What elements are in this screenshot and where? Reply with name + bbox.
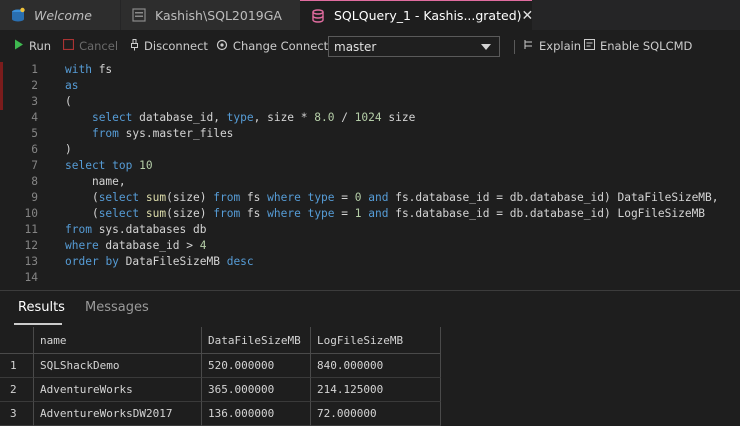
play-icon bbox=[14, 39, 24, 53]
table-cell[interactable]: AdventureWorksDW2017 bbox=[34, 402, 202, 426]
line-number: 6 bbox=[31, 143, 38, 156]
code-line: 2 as bbox=[0, 78, 740, 94]
column-header[interactable]: LogFileSizeMB bbox=[311, 327, 441, 354]
code-line: 10 (select sum(size) from fs where type … bbox=[0, 206, 740, 222]
database-select[interactable]: master bbox=[328, 36, 500, 57]
row-number[interactable]: 2 bbox=[0, 378, 34, 402]
line-number: 13 bbox=[24, 255, 38, 268]
table-cell[interactable]: SQLShackDemo bbox=[34, 354, 202, 378]
line-number: 9 bbox=[31, 191, 38, 204]
database-select-value: master bbox=[334, 39, 377, 54]
code-text: with fs bbox=[65, 63, 113, 76]
table-cell[interactable]: 365.000000 bbox=[202, 378, 311, 402]
tab-sqlquery[interactable]: SQLQuery_1 - Kashis...grated) ✕ bbox=[300, 0, 532, 30]
disconnect-icon bbox=[130, 38, 139, 54]
explain-icon bbox=[524, 39, 534, 53]
code-text: (select sum(size) from fs where type = 0… bbox=[65, 191, 719, 204]
code-text: order by DataFileSizeMB desc bbox=[65, 255, 254, 268]
panel-splitter[interactable] bbox=[0, 290, 740, 291]
query-file-icon bbox=[310, 8, 326, 24]
sqlcmd-icon bbox=[584, 39, 595, 53]
tab-welcome[interactable]: Welcome bbox=[0, 0, 120, 30]
server-connection-icon bbox=[131, 7, 147, 23]
cancel-button[interactable]: Cancel bbox=[62, 38, 119, 53]
tab-server-connection[interactable]: Kashish\SQL2019GA bbox=[120, 0, 300, 30]
table-cell[interactable]: 72.000000 bbox=[311, 402, 441, 426]
table-cell[interactable]: AdventureWorks bbox=[34, 378, 202, 402]
tab-results[interactable]: Results bbox=[18, 300, 65, 315]
code-text: name, bbox=[65, 175, 126, 188]
disconnect-label: Disconnect bbox=[144, 39, 208, 53]
column-header[interactable]: name bbox=[34, 327, 202, 354]
table-cell[interactable]: 840.000000 bbox=[311, 354, 441, 378]
tab-welcome-label: Welcome bbox=[34, 7, 92, 23]
code-line: 13 order by DataFileSizeMB desc bbox=[0, 254, 740, 270]
line-number: 14 bbox=[24, 271, 38, 284]
cancel-label: Cancel bbox=[79, 39, 119, 53]
code-line: 8 name, bbox=[0, 174, 740, 190]
code-line: 1 with fs bbox=[0, 62, 740, 78]
code-line: 12 where database_id > 4 bbox=[0, 238, 740, 254]
tab-bar: Welcome Kashish\SQL2019GA SQLQuery_1 - K… bbox=[0, 0, 740, 30]
code-line: 3( bbox=[0, 94, 740, 110]
run-label: Run bbox=[29, 39, 52, 53]
code-line: 5 from sys.master_files bbox=[0, 126, 740, 142]
change-connection-icon bbox=[216, 39, 228, 54]
explain-label: Explain bbox=[539, 39, 582, 53]
sqlcmd-label: Enable SQLCMD bbox=[600, 39, 693, 53]
code-text: from sys.master_files bbox=[91, 127, 234, 140]
code-line: 4 select database_id, type, size * 8.0 /… bbox=[0, 110, 740, 126]
disconnect-button[interactable]: Disconnect bbox=[130, 38, 208, 54]
explain-button[interactable]: Explain bbox=[524, 39, 581, 53]
line-number: 1 bbox=[31, 63, 38, 76]
active-tab-indicator bbox=[14, 323, 62, 325]
code-text: as bbox=[65, 79, 79, 92]
line-number: 7 bbox=[31, 159, 38, 172]
results-tab-bar: Results Messages bbox=[0, 296, 740, 324]
row-number-header bbox=[0, 327, 34, 354]
welcome-icon bbox=[10, 7, 26, 23]
code-text: select top 10 bbox=[65, 159, 153, 172]
close-icon[interactable]: ✕ bbox=[522, 8, 533, 24]
column-header[interactable]: DataFileSizeMB bbox=[202, 327, 311, 354]
line-number: 5 bbox=[31, 127, 38, 140]
code-editor[interactable]: 1 with fs 2 as 3(4 select database_id, type,… bbox=[0, 62, 740, 288]
tab-messages[interactable]: Messages bbox=[85, 300, 149, 315]
stop-icon bbox=[62, 38, 75, 53]
change-connection-button[interactable]: Change Connection bbox=[216, 39, 346, 54]
code-text: ) bbox=[65, 143, 72, 156]
line-number: 10 bbox=[24, 207, 38, 220]
table-cell[interactable]: 520.000000 bbox=[202, 354, 311, 378]
code-text: (select sum(size) from fs where type = 1… bbox=[65, 207, 706, 220]
code-line: 7 select top 10 bbox=[0, 158, 740, 174]
line-number: 8 bbox=[31, 175, 38, 188]
tab-sqlquery-label: SQLQuery_1 - Kashis...grated) bbox=[334, 8, 522, 23]
code-text: select database_id, type, size * 8.0 / 1… bbox=[91, 111, 416, 124]
line-number: 11 bbox=[24, 223, 38, 236]
line-number: 12 bbox=[24, 239, 38, 252]
tab-server-connection-label: Kashish\SQL2019GA bbox=[155, 7, 282, 23]
toolbar-divider bbox=[514, 40, 515, 54]
code-line: 11 from sys.databases db bbox=[0, 222, 740, 238]
run-button[interactable]: Run bbox=[14, 39, 51, 53]
code-text: from sys.databases db bbox=[65, 223, 207, 236]
line-number: 3 bbox=[31, 95, 38, 108]
table-cell[interactable]: 214.125000 bbox=[311, 378, 441, 402]
line-number: 2 bbox=[31, 79, 38, 92]
code-text: ( bbox=[65, 95, 72, 108]
row-number[interactable]: 1 bbox=[0, 354, 34, 378]
code-line: 14 bbox=[0, 270, 740, 286]
code-line: 9 (select sum(size) from fs where type =… bbox=[0, 190, 740, 206]
code-line: 6) bbox=[0, 142, 740, 158]
enable-sqlcmd-button[interactable]: Enable SQLCMD bbox=[584, 39, 692, 53]
table-cell[interactable]: 136.000000 bbox=[202, 402, 311, 426]
line-number: 4 bbox=[31, 111, 38, 124]
chevron-down-icon bbox=[481, 44, 491, 50]
row-number[interactable]: 3 bbox=[0, 402, 34, 426]
code-text: where database_id > 4 bbox=[65, 239, 207, 252]
